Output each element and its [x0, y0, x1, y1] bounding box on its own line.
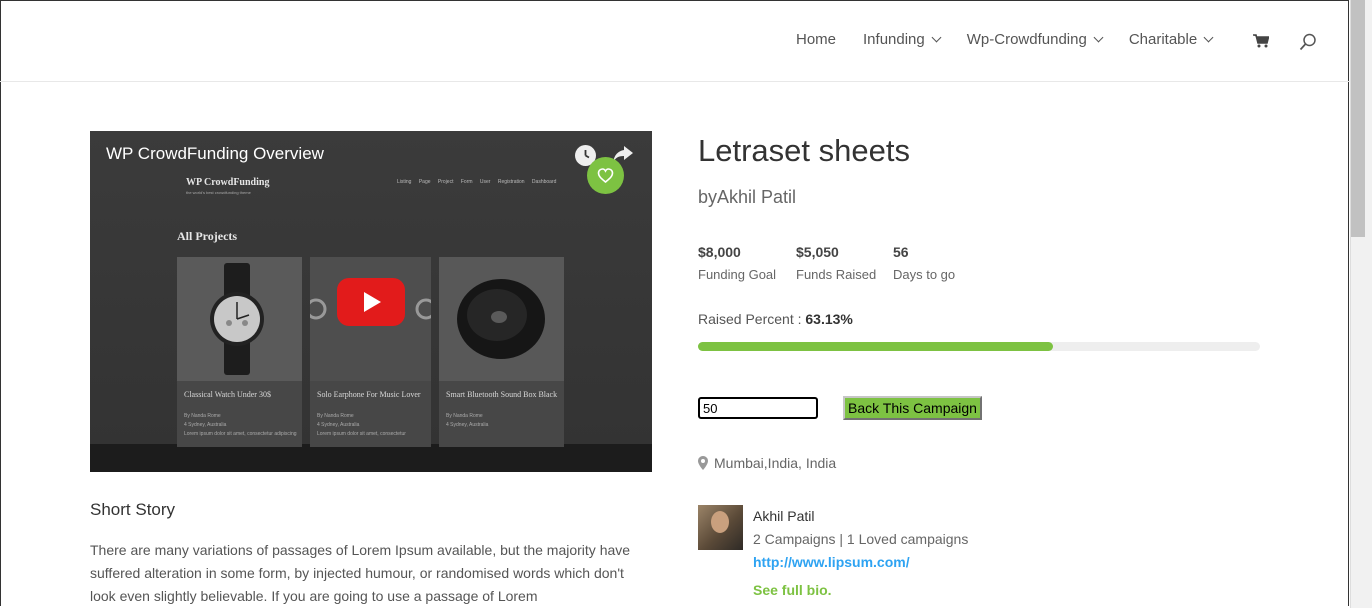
funding-progress-fill [698, 342, 1053, 351]
campaign-title: Letraset sheets [698, 133, 910, 168]
funding-goal-stat: $8,000 Funding Goal [698, 244, 776, 282]
play-button[interactable] [337, 278, 405, 326]
nav-charitable[interactable]: Charitable [1128, 31, 1214, 48]
author-stats: 2 Campaigns | 1 Loved campaigns [753, 531, 969, 547]
funds-raised-stat: $5,050 Funds Raised [796, 244, 876, 282]
cart-icon[interactable] [1253, 34, 1269, 48]
short-story-text: There are many variations of passages of… [90, 542, 631, 604]
funding-goal-label: Funding Goal [698, 267, 777, 282]
campaign-byline: byAkhil Patil [698, 187, 797, 207]
preview-tagline: the world's best crowdfunding theme [186, 190, 251, 195]
nav-infunding-label: Infunding [863, 31, 925, 48]
raised-percent-label: Raised Percent : [698, 311, 806, 327]
speaker-image [439, 257, 564, 381]
pledge-amount-input[interactable] [698, 397, 818, 419]
nav-wp-crowdfunding[interactable]: Wp-Crowdfunding [966, 31, 1104, 48]
funding-goal-value: $8,000 [698, 244, 741, 260]
nav-charitable-label: Charitable [1128, 31, 1198, 48]
nav-wp-crowdfunding-label: Wp-Crowdfunding [966, 31, 1087, 48]
chevron-down-icon [931, 32, 942, 43]
preview-card-meta: By Nanda Rome 4 Sydney, Australia [446, 413, 489, 428]
scrollbar-thumb[interactable] [1351, 0, 1365, 237]
preview-card: Smart Bluetooth Sound Box Black By Nanda… [439, 257, 564, 447]
main-nav: Home Infunding Wp-Crowdfunding Charitabl… [796, 31, 1239, 48]
preview-card-meta: By Nanda Rome 4 Sydney, Australia Lorem … [184, 413, 297, 437]
chevron-down-icon [1203, 32, 1214, 43]
funding-progress-bar [698, 342, 1260, 351]
campaign-location: Mumbai,India, India [698, 455, 836, 471]
preview-card-title: Smart Bluetooth Sound Box Black [446, 390, 558, 399]
love-campaign-button[interactable] [587, 157, 624, 194]
avatar [698, 505, 743, 550]
heart-icon [597, 168, 614, 184]
nav-home[interactable]: Home [796, 31, 836, 48]
preview-menu: Listing Page Project Form User Registrat… [397, 179, 557, 185]
preview-card-title: Solo Earphone For Music Lover [317, 390, 421, 399]
see-full-bio-link[interactable]: See full bio. [753, 582, 832, 598]
days-to-go-stat: 56 Days to go [893, 244, 955, 282]
raised-percent: Raised Percent : 63.13% [698, 311, 853, 327]
funds-raised-value: $5,050 [796, 244, 839, 260]
site-header: Home Infunding Wp-Crowdfunding Charitabl… [0, 0, 1350, 82]
campaign-location-text: Mumbai,India, India [714, 455, 837, 471]
video-player[interactable]: WP CrowdFunding the world's best crowdfu… [90, 131, 652, 472]
map-marker-icon [698, 456, 708, 470]
preview-heading: All Projects [177, 229, 238, 243]
watch-image [177, 257, 302, 381]
raised-percent-value: 63.13% [805, 311, 853, 327]
video-title[interactable]: WP CrowdFunding Overview [106, 144, 324, 164]
days-to-go-value: 56 [893, 244, 909, 260]
days-to-go-label: Days to go [893, 267, 956, 282]
nav-infunding[interactable]: Infunding [863, 31, 942, 48]
author-website-link[interactable]: http://www.lipsum.com/ [753, 554, 910, 570]
funds-raised-label: Funds Raised [796, 267, 877, 282]
preview-card-meta: By Nanda Rome 4 Sydney, Australia Lorem … [317, 413, 406, 437]
preview-logo: WP CrowdFunding [186, 177, 270, 188]
preview-card: Classical Watch Under 30$ By Nanda Rome … [177, 257, 302, 447]
preview-card-title: Classical Watch Under 30$ [184, 390, 271, 399]
search-icon[interactable] [1299, 33, 1317, 51]
chevron-down-icon [1093, 32, 1104, 43]
nav-home-label: Home [796, 31, 837, 48]
short-story-heading: Short Story [90, 500, 176, 519]
back-campaign-button[interactable]: Back This Campaign [843, 396, 982, 420]
author-name: Akhil Patil [753, 508, 815, 524]
video-thumbnail: WP CrowdFunding the world's best crowdfu… [90, 131, 652, 447]
